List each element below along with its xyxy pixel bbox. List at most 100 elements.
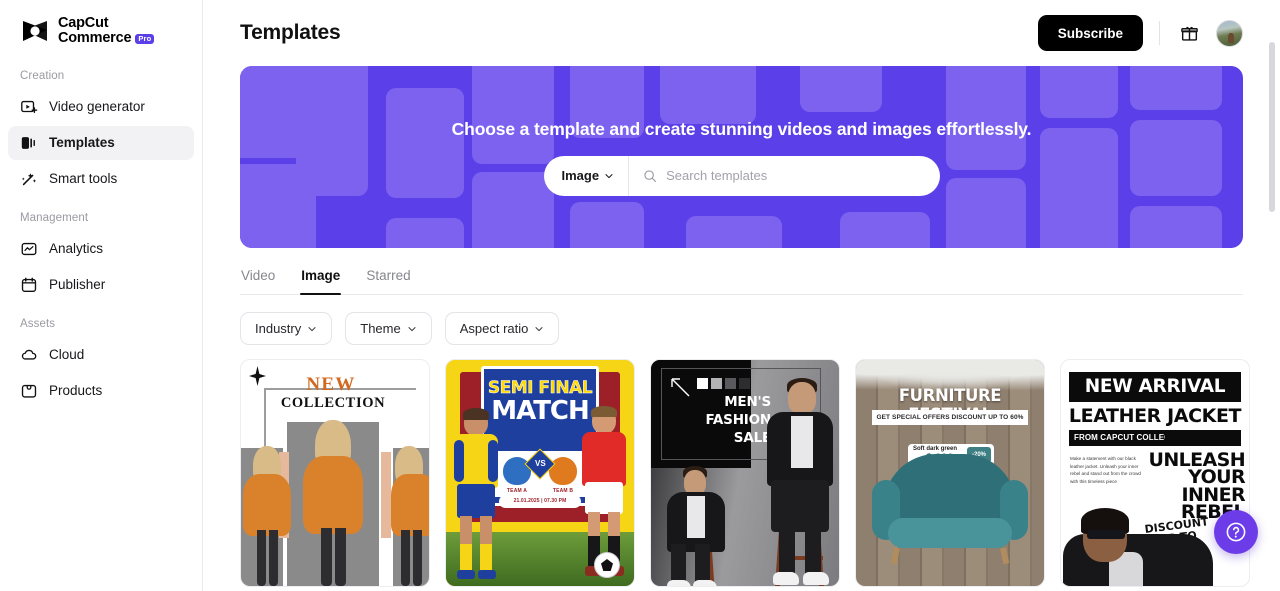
tab-image[interactable]: Image [300, 262, 341, 294]
sidebar-item-templates[interactable]: Templates [8, 126, 194, 160]
art-body-copy: Make a statement with our black leather … [1070, 455, 1142, 485]
sofa-back [884, 454, 1016, 526]
filter-chip-row: Industry Theme Aspect ratio [240, 295, 1243, 359]
chevron-down-icon [534, 324, 544, 334]
sofa-leg [1000, 547, 1009, 564]
scrollbar-thumb[interactable] [1269, 42, 1275, 212]
filter-aspect-ratio[interactable]: Aspect ratio [445, 312, 560, 345]
swatch [725, 378, 736, 389]
player-boot [457, 570, 475, 579]
search-input[interactable] [666, 168, 925, 183]
gift-button[interactable] [1176, 20, 1202, 46]
template-card-title [240, 587, 430, 591]
tab-video[interactable]: Video [240, 262, 276, 294]
sidebar-item-smart-tools[interactable]: Smart tools [8, 162, 194, 196]
filter-industry[interactable]: Industry [240, 312, 332, 345]
template-card-new-arrival-leather-jacket[interactable]: NEW ARRIVAL LEATHER JACKET FROM CAPCUT C… [1060, 359, 1250, 591]
templates-icon [20, 134, 38, 152]
banner-tile [1130, 66, 1222, 110]
template-card-title: FOOTBALL MATCH VERSUS [445, 587, 635, 591]
model-leg [257, 530, 266, 586]
publisher-icon [20, 276, 38, 294]
sidebar-item-label: Publisher [49, 277, 105, 292]
filter-label: Theme [360, 321, 400, 336]
template-card-new-collection[interactable]: NEW COLLECTION [240, 359, 430, 591]
sidebar-item-products[interactable]: Products [8, 374, 194, 408]
banner-headline: Choose a template and create stunning vi… [452, 119, 1032, 140]
sidebar-item-cloud[interactable]: Cloud [8, 338, 194, 372]
sidebar-item-label: Analytics [49, 241, 103, 256]
page-scrollbar[interactable] [1267, 0, 1277, 591]
sidebar-item-publisher[interactable]: Publisher [8, 268, 194, 302]
capcut-logo-icon [20, 18, 50, 44]
art-line-2: LEATHER JACKET [1067, 405, 1243, 427]
swatch [739, 378, 750, 389]
swatch [697, 378, 708, 389]
art-line-3: SALE [661, 430, 771, 446]
cloud-icon [20, 346, 38, 364]
sidebar-item-label: Cloud [49, 347, 84, 362]
sidebar-item-video-generator[interactable]: Video generator [8, 90, 194, 124]
template-grid: NEW COLLECTION [240, 359, 1243, 591]
search-type-dropdown[interactable]: Image [544, 156, 630, 196]
model-leg [335, 528, 346, 586]
banner-inner: Choose a template and create stunning vi… [240, 119, 1243, 196]
hero-banner: Choose a template and create stunning vi… [240, 66, 1243, 248]
tab-starred[interactable]: Starred [365, 262, 411, 294]
template-thumbnail: NEW ARRIVAL LEATHER JACKET FROM CAPCUT C… [1060, 359, 1250, 587]
sidebar-section-label-management: Management [8, 198, 194, 230]
top-bar-actions: Subscribe [1038, 15, 1243, 51]
model-leg [805, 522, 821, 578]
banner-tile [1040, 66, 1118, 118]
template-thumbnail: FURNITURE FESTIVAL GET SPECIAL OFFERS DI… [855, 359, 1045, 587]
sofa-leg [891, 547, 900, 564]
brand-logo-block[interactable]: CapCut Commerce Pro [8, 0, 194, 56]
sidebar-section-label-creation: Creation [8, 56, 194, 88]
search-field[interactable] [629, 156, 939, 196]
soccer-ball [594, 552, 620, 578]
filter-label: Industry [255, 321, 301, 336]
products-icon [20, 382, 38, 400]
player-boot [478, 570, 496, 579]
template-card-football-match-versus[interactable]: SEMI FINAL MATCH TEAM A TEAM B VS [445, 359, 635, 591]
model-shoe [803, 572, 829, 585]
model-leg [321, 528, 332, 586]
player-shorts [457, 484, 495, 518]
subscribe-button[interactable]: Subscribe [1038, 15, 1143, 51]
model-sunglasses [1087, 530, 1125, 539]
template-card-mens-fashion-sale[interactable]: MEN'S FASHION SALE [650, 359, 840, 591]
decor-panel [381, 452, 391, 538]
sidebar-item-label: Video generator [49, 99, 145, 114]
model-tee [791, 416, 813, 468]
avatar[interactable] [1216, 20, 1243, 47]
banner-tile [1130, 206, 1222, 248]
analytics-icon [20, 240, 38, 258]
filter-theme[interactable]: Theme [345, 312, 431, 345]
template-card-furniture-festival[interactable]: FURNITURE FESTIVAL GET SPECIAL OFFERS DI… [855, 359, 1045, 591]
sofa-illustration [872, 454, 1028, 564]
player-jersey [582, 432, 626, 486]
model-figure [243, 446, 295, 586]
template-thumbnail: NEW COLLECTION [240, 359, 430, 587]
art-big-2: YOUR INNER [1141, 469, 1245, 504]
video-generator-icon [20, 98, 38, 116]
sofa-seat [888, 518, 1012, 548]
swatch [711, 378, 722, 389]
art-line-1-block: NEW ARRIVAL [1069, 372, 1241, 402]
model-shoe [693, 580, 717, 587]
main-content: Templates Subscribe [203, 0, 1280, 591]
art-heading-bottom: COLLECTION [241, 395, 425, 412]
model-leg [269, 530, 278, 586]
template-card-title [1060, 587, 1250, 591]
model-tee [687, 496, 705, 538]
search-type-value: Image [562, 168, 600, 183]
player-figure-a [450, 410, 502, 586]
art-line-1: SEMI FINAL [484, 378, 596, 398]
model-shoe [773, 572, 799, 585]
template-thumbnail: MEN'S FASHION SALE [650, 359, 840, 587]
player-sleeve [488, 440, 498, 482]
chevron-down-icon [307, 324, 317, 334]
sidebar-item-analytics[interactable]: Analytics [8, 232, 194, 266]
help-button[interactable] [1214, 510, 1258, 554]
sidebar-item-label: Products [49, 383, 102, 398]
